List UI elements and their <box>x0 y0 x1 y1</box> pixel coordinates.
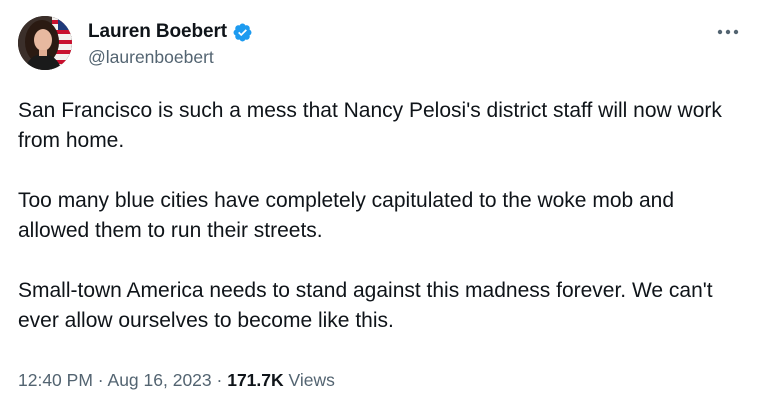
views-label: Views <box>288 370 335 390</box>
more-horizontal-icon <box>717 29 739 35</box>
more-options-button[interactable] <box>714 22 742 42</box>
avatar-image <box>18 16 72 70</box>
author-names: Lauren Boebert @laurenboebert <box>88 19 253 68</box>
display-name[interactable]: Lauren Boebert <box>88 21 227 43</box>
tweet-paragraph: San Francisco is such a mess that Nancy … <box>18 99 722 152</box>
timestamp-link[interactable]: 12:40 PM · Aug 16, 2023 <box>18 370 212 390</box>
tweet-paragraph: Small-town America needs to stand agains… <box>18 279 713 332</box>
tweet-card: Lauren Boebert @laurenboebert San Franci… <box>0 0 768 407</box>
tweet-meta: 12:40 PM · Aug 16, 2023 · 171.7K Views <box>18 370 335 391</box>
verified-badge-icon[interactable] <box>232 22 253 43</box>
views-count: 171.7K <box>227 370 284 390</box>
tweet-text: San Francisco is such a mess that Nancy … <box>18 96 746 336</box>
avatar[interactable] <box>18 16 72 70</box>
meta-separator: · <box>97 370 104 390</box>
tweet-paragraph: Too many blue cities have completely cap… <box>18 189 675 242</box>
handle[interactable]: @laurenboebert <box>88 47 253 68</box>
name-row: Lauren Boebert <box>88 19 253 45</box>
views-link[interactable]: 171.7K Views <box>227 370 335 390</box>
tweet-date: Aug 16, 2023 <box>107 370 212 390</box>
tweet-time: 12:40 PM <box>18 370 93 390</box>
tweet-header: Lauren Boebert @laurenboebert <box>18 16 750 74</box>
meta-separator: · <box>216 370 223 390</box>
